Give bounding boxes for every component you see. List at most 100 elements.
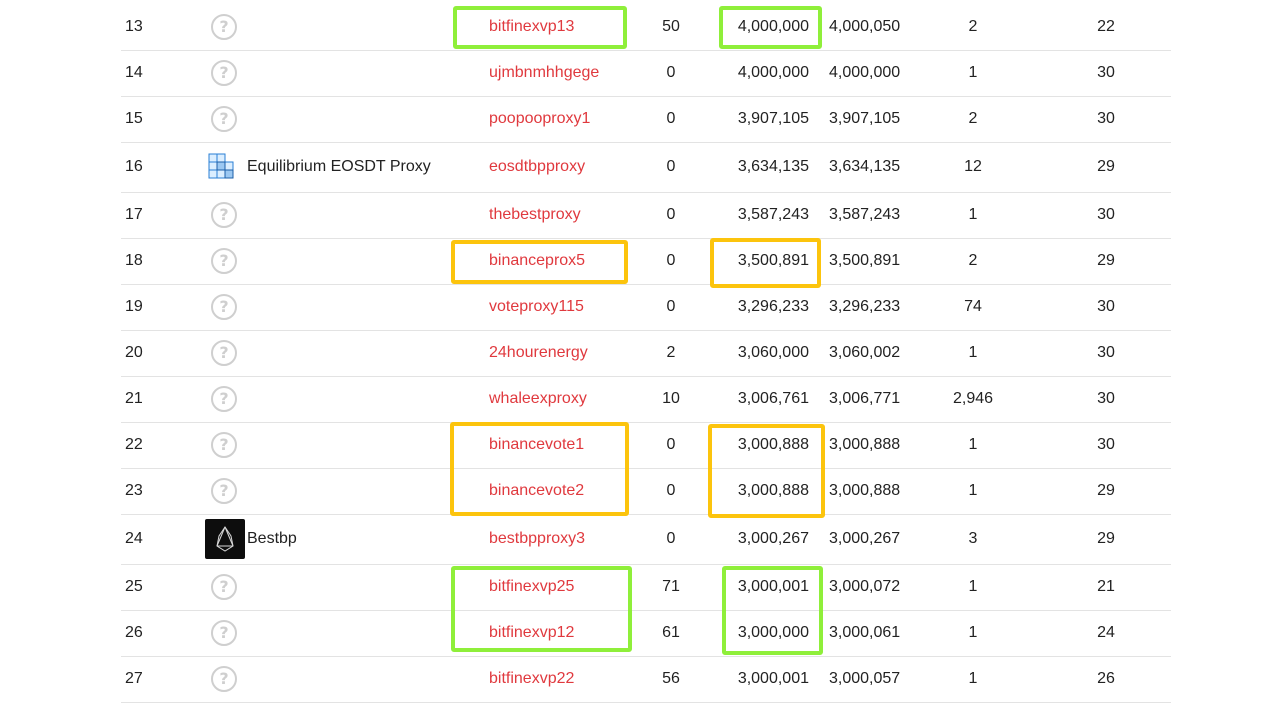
rank-cell: 26 (125, 624, 143, 641)
proxied-cell: 3,000,001 (737, 670, 809, 687)
staked-cell: 71 (662, 578, 680, 595)
proxy-account-link[interactable]: ujmbnmhhgege (489, 64, 599, 82)
proxied-cell: 3,296,233 (737, 298, 809, 315)
proxied-cell: 3,060,000 (737, 344, 809, 361)
staked-cell: 0 (666, 530, 676, 547)
proxy-account-link[interactable]: bitfinexvp13 (489, 18, 574, 36)
staked-cell: 56 (662, 670, 680, 687)
voters-cell: 3 (968, 530, 978, 547)
staked-cell: 0 (666, 298, 676, 315)
rank-cell: 19 (125, 298, 143, 315)
organization-name: Bestbp (247, 530, 297, 547)
proxy-account-link[interactable]: poopooproxy1 (489, 110, 590, 128)
staked-cell: 0 (666, 252, 676, 269)
producers-cell: 29 (1097, 158, 1115, 175)
proxy-account-link[interactable]: binancevote2 (489, 482, 584, 500)
proxy-account-link[interactable]: eosdtbpproxy (489, 158, 585, 176)
rank-cell: 13 (125, 18, 143, 35)
proxy-account-link[interactable]: voteproxy115 (489, 298, 584, 316)
proxy-account-link[interactable]: bitfinexvp25 (489, 578, 574, 596)
question-circle-icon: ? (211, 386, 237, 412)
proxied-cell: 3,000,888 (737, 436, 809, 453)
producers-cell: 29 (1097, 530, 1115, 547)
producers-cell: 30 (1097, 436, 1115, 453)
staked-cell: 0 (666, 110, 676, 127)
staked-cell: 0 (666, 436, 676, 453)
producers-cell: 30 (1097, 64, 1115, 81)
table-row: 25? bitfinexvp25 71 3,000,001 3,000,072 1 21 (121, 564, 1171, 611)
voters-cell: 2 (968, 110, 978, 127)
rank-cell: 27 (125, 670, 143, 687)
table-row: 20? 24hourenergy 2 3,060,000 3,060,002 1 30 (121, 330, 1171, 377)
question-circle-icon: ? (211, 106, 237, 132)
producers-cell: 30 (1097, 206, 1115, 223)
proxy-account-link[interactable]: thebestproxy (489, 206, 581, 224)
question-circle-icon: ? (211, 60, 237, 86)
question-circle-icon: ? (211, 432, 237, 458)
total-cell: 3,500,891 (829, 252, 901, 269)
proxied-cell: 3,587,243 (737, 206, 809, 223)
staked-cell: 50 (662, 18, 680, 35)
question-circle-icon: ? (211, 666, 237, 692)
table-row: 19? voteproxy115 0 3,296,233 3,296,233 74 30 (121, 284, 1171, 331)
total-cell: 3,296,233 (829, 298, 901, 315)
total-cell: 3,006,771 (829, 390, 901, 407)
question-circle-icon: ? (211, 248, 237, 274)
rank-cell: 25 (125, 578, 143, 595)
proxied-cell: 4,000,000 (737, 64, 809, 81)
staked-cell: 2 (666, 344, 676, 361)
table-row: 17? thebestproxy 0 3,587,243 3,587,243 1 30 (121, 192, 1171, 239)
table-row: 27? bitfinexvp22 56 3,000,001 3,000,057 1 26 (121, 656, 1171, 703)
table-row: 22? binancevote1 0 3,000,888 3,000,888 1 30 (121, 422, 1171, 469)
rank-cell: 14 (125, 64, 143, 81)
table-row: 16 Equilibrium EOSDT Proxy eosdtbpproxy 0 3,… (121, 142, 1171, 193)
staked-cell: 0 (666, 64, 676, 81)
table-row: 23? binancevote2 0 3,000,888 3,000,888 1 29 (121, 468, 1171, 515)
proxied-cell: 3,000,267 (737, 530, 809, 547)
proxy-account-link[interactable]: bestbpproxy3 (489, 530, 585, 548)
table-row: 26? bitfinexvp12 61 3,000,000 3,000,061 1 24 (121, 610, 1171, 657)
producers-cell: 24 (1097, 624, 1115, 641)
total-cell: 3,000,267 (829, 530, 901, 547)
rank-cell: 18 (125, 252, 143, 269)
voters-cell: 1 (968, 624, 978, 641)
proxied-cell: 3,000,001 (737, 578, 809, 595)
voters-cell: 74 (964, 298, 982, 315)
total-cell: 4,000,050 (829, 18, 901, 35)
staked-cell: 10 (662, 390, 680, 407)
proxy-account-link[interactable]: bitfinexvp22 (489, 670, 574, 688)
total-cell: 3,000,888 (829, 436, 901, 453)
table-row: 13? bitfinexvp13 50 4,000,000 4,000,050 2 22 (121, 4, 1171, 51)
proxy-account-link[interactable]: binanceprox5 (489, 252, 585, 270)
rank-cell: 22 (125, 436, 143, 453)
producers-cell: 26 (1097, 670, 1115, 687)
voters-cell: 2,946 (952, 390, 994, 407)
table-row: 14? ujmbnmhhgege 0 4,000,000 4,000,000 1 30 (121, 50, 1171, 97)
table-row: 24 Bestbp bestbpproxy3 0 3,000,267 3,000,267 3… (121, 514, 1171, 565)
organization-name: Equilibrium EOSDT Proxy (247, 158, 431, 175)
producers-cell: 30 (1097, 110, 1115, 127)
question-circle-icon: ? (211, 620, 237, 646)
equilibrium-cube-logo (206, 152, 236, 182)
staked-cell: 0 (666, 482, 676, 499)
rank-cell: 15 (125, 110, 143, 127)
proxy-account-link[interactable]: whaleexproxy (489, 390, 587, 408)
table-row: 21? whaleexproxy 10 3,006,761 3,006,771 2,946… (121, 376, 1171, 423)
proxy-account-link[interactable]: bitfinexvp12 (489, 624, 574, 642)
question-circle-icon: ? (211, 478, 237, 504)
rank-cell: 16 (125, 158, 143, 175)
voters-cell: 1 (968, 436, 978, 453)
total-cell: 3,060,002 (829, 344, 901, 361)
voters-cell: 2 (968, 18, 978, 35)
question-circle-icon: ? (211, 574, 237, 600)
table-row: 18? binanceprox5 0 3,500,891 3,500,891 2 29 (121, 238, 1171, 285)
question-circle-icon: ? (211, 202, 237, 228)
total-cell: 3,907,105 (829, 110, 901, 127)
proxy-account-link[interactable]: 24hourenergy (489, 344, 588, 362)
question-circle-icon: ? (211, 294, 237, 320)
proxied-cell: 3,634,135 (737, 158, 809, 175)
total-cell: 3,000,061 (829, 624, 901, 641)
eos-logo (205, 519, 245, 559)
proxy-account-link[interactable]: binancevote1 (489, 436, 584, 454)
question-circle-icon: ? (211, 14, 237, 40)
